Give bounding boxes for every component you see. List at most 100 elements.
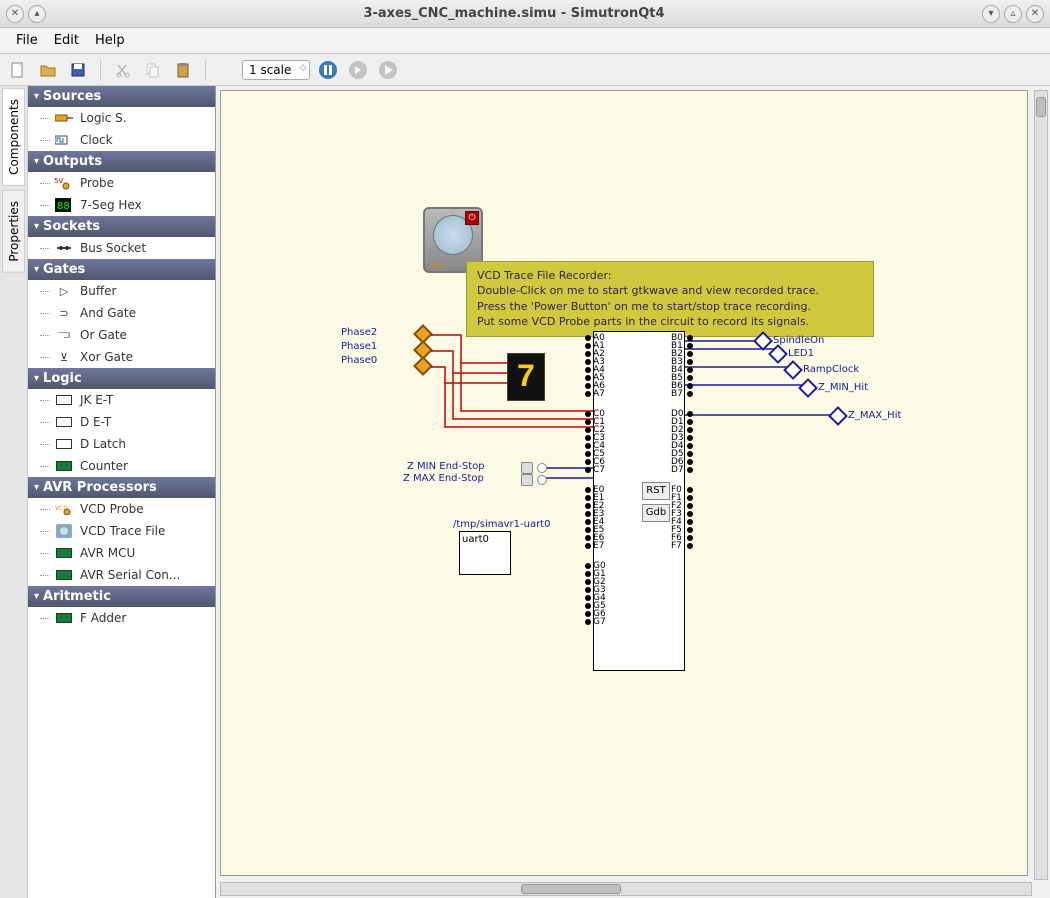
tree-item-clock[interactable]: Clock	[28, 129, 215, 151]
tree-item-probe[interactable]: 5VProbe	[28, 172, 215, 194]
vertical-scrollbar[interactable]	[1034, 90, 1048, 880]
mcu-pin-b4[interactable]	[687, 367, 693, 373]
mcu-pin-f3[interactable]	[687, 511, 693, 517]
zmax-endstop-switch[interactable]	[521, 474, 533, 486]
menu-file[interactable]: File	[8, 30, 46, 51]
tree-item-xor[interactable]: ⊻Xor Gate	[28, 346, 215, 368]
horizontal-scrollbar[interactable]	[220, 882, 1032, 896]
mcu-pin-c3[interactable]	[585, 435, 591, 441]
mcu-pin-e4[interactable]	[585, 519, 591, 525]
mcu-pin-b5[interactable]	[687, 375, 693, 381]
mcu-pin-b3[interactable]	[687, 359, 693, 365]
seven-segment-display[interactable]: 7	[507, 353, 545, 401]
mcu-pin-b2[interactable]	[687, 351, 693, 357]
probe-rampclock[interactable]	[783, 360, 803, 380]
menu-edit[interactable]: Edit	[46, 30, 87, 51]
pause-button[interactable]	[316, 58, 340, 82]
close-button[interactable]: ✕	[1026, 5, 1044, 23]
mcu-pin-g3[interactable]	[585, 587, 591, 593]
mcu-pin-e6[interactable]	[585, 535, 591, 541]
mcu-pin-a5[interactable]	[585, 375, 591, 381]
mcu-pin-d3[interactable]	[687, 435, 693, 441]
tree-item-counter[interactable]: Counter	[28, 455, 215, 477]
mcu-pin-g5[interactable]	[585, 603, 591, 609]
menu-help[interactable]: Help	[87, 30, 133, 51]
step-button[interactable]	[346, 58, 370, 82]
tree-item-avr-mcu[interactable]: AVR MCU	[28, 542, 215, 564]
play-button[interactable]	[376, 58, 400, 82]
tree-item-and[interactable]: ⊃And Gate	[28, 302, 215, 324]
mcu-pin-f6[interactable]	[687, 535, 693, 541]
tree-item-logic-s[interactable]: Logic S.	[28, 107, 215, 129]
mcu-pin-c4[interactable]	[585, 443, 591, 449]
component-tree[interactable]: ▾Sources Logic S. Clock ▾Outputs 5VProbe…	[28, 86, 216, 898]
mcu-pin-e2[interactable]	[585, 503, 591, 509]
mcu-pin-c0[interactable]	[585, 411, 591, 417]
mcu-pin-f7[interactable]	[687, 543, 693, 549]
window-menu-button[interactable]: ✕	[6, 5, 24, 23]
tab-properties[interactable]: Properties	[2, 190, 25, 273]
mcu-pin-c1[interactable]	[585, 419, 591, 425]
mcu-pin-d5[interactable]	[687, 451, 693, 457]
minimize-button[interactable]: ▾	[982, 5, 1000, 23]
mcu-pin-a1[interactable]	[585, 343, 591, 349]
mcu-pin-a3[interactable]	[585, 359, 591, 365]
uart-console[interactable]: uart0	[459, 531, 511, 575]
zmin-endstop-switch[interactable]	[521, 462, 533, 474]
mcu-pin-e3[interactable]	[585, 511, 591, 517]
window-shade-button[interactable]: ▴	[28, 5, 46, 23]
mcu-pin-f2[interactable]	[687, 503, 693, 509]
mcu-pin-c5[interactable]	[585, 451, 591, 457]
mcu-pin-b1[interactable]	[687, 343, 693, 349]
copy-button[interactable]	[141, 58, 165, 82]
scale-selector[interactable]: 1 scale	[242, 60, 310, 80]
tree-section-arith[interactable]: ▾Aritmetic	[28, 586, 215, 607]
mcu-pin-c6[interactable]	[585, 459, 591, 465]
mcu-pin-d0[interactable]	[687, 411, 693, 417]
tree-item-buffer[interactable]: ▷Buffer	[28, 280, 215, 302]
tree-section-logic[interactable]: ▾Logic	[28, 368, 215, 389]
mcu-pin-g6[interactable]	[585, 611, 591, 617]
tree-section-sockets[interactable]: ▾Sockets	[28, 216, 215, 237]
maximize-button[interactable]: ▵	[1004, 5, 1022, 23]
tree-item-avr-serial[interactable]: AVR Serial Con...	[28, 564, 215, 586]
tree-item-dlatch[interactable]: D Latch	[28, 433, 215, 455]
tree-item-det[interactable]: D E-T	[28, 411, 215, 433]
mcu-pin-b6[interactable]	[687, 383, 693, 389]
tree-section-outputs[interactable]: ▾Outputs	[28, 151, 215, 172]
mcu-pin-f1[interactable]	[687, 495, 693, 501]
mcu-pin-b7[interactable]	[687, 391, 693, 397]
probe-zmin-hit[interactable]	[798, 378, 818, 398]
tree-section-sources[interactable]: ▾Sources	[28, 86, 215, 107]
mcu-pin-a0[interactable]	[585, 335, 591, 341]
mcu-pin-g7[interactable]	[585, 619, 591, 625]
mcu-pin-g1[interactable]	[585, 571, 591, 577]
mcu-pin-f0[interactable]	[687, 487, 693, 493]
mcu-pin-a2[interactable]	[585, 351, 591, 357]
mcu-pin-a7[interactable]	[585, 391, 591, 397]
mcu-pin-f4[interactable]	[687, 519, 693, 525]
mcu-pin-d1[interactable]	[687, 419, 693, 425]
mcu-pin-a4[interactable]	[585, 367, 591, 373]
mcu-pin-a6[interactable]	[585, 383, 591, 389]
power-button-icon[interactable]: ⏻	[465, 211, 479, 225]
tree-item-fadder[interactable]: F Adder	[28, 607, 215, 629]
probe-zmax-hit[interactable]	[828, 406, 848, 426]
mcu-pin-e1[interactable]	[585, 495, 591, 501]
mcu-pin-d7[interactable]	[687, 467, 693, 473]
mcu-pin-e0[interactable]	[585, 487, 591, 493]
tree-item-bus-socket[interactable]: Bus Socket	[28, 237, 215, 259]
tree-item-vcd-trace[interactable]: VCD Trace File	[28, 520, 215, 542]
mcu-pin-d4[interactable]	[687, 443, 693, 449]
tree-section-gates[interactable]: ▾Gates	[28, 259, 215, 280]
tree-section-avr[interactable]: ▾AVR Processors	[28, 477, 215, 498]
mcu-pin-d2[interactable]	[687, 427, 693, 433]
mcu-pin-g4[interactable]	[585, 595, 591, 601]
open-file-button[interactable]	[36, 58, 60, 82]
tree-item-or[interactable]: ⫎Or Gate	[28, 324, 215, 346]
save-file-button[interactable]	[66, 58, 90, 82]
mcu-pin-e7[interactable]	[585, 543, 591, 549]
tree-item-jk[interactable]: JK E-T	[28, 389, 215, 411]
phase0-source[interactable]	[413, 356, 433, 376]
new-file-button[interactable]	[6, 58, 30, 82]
